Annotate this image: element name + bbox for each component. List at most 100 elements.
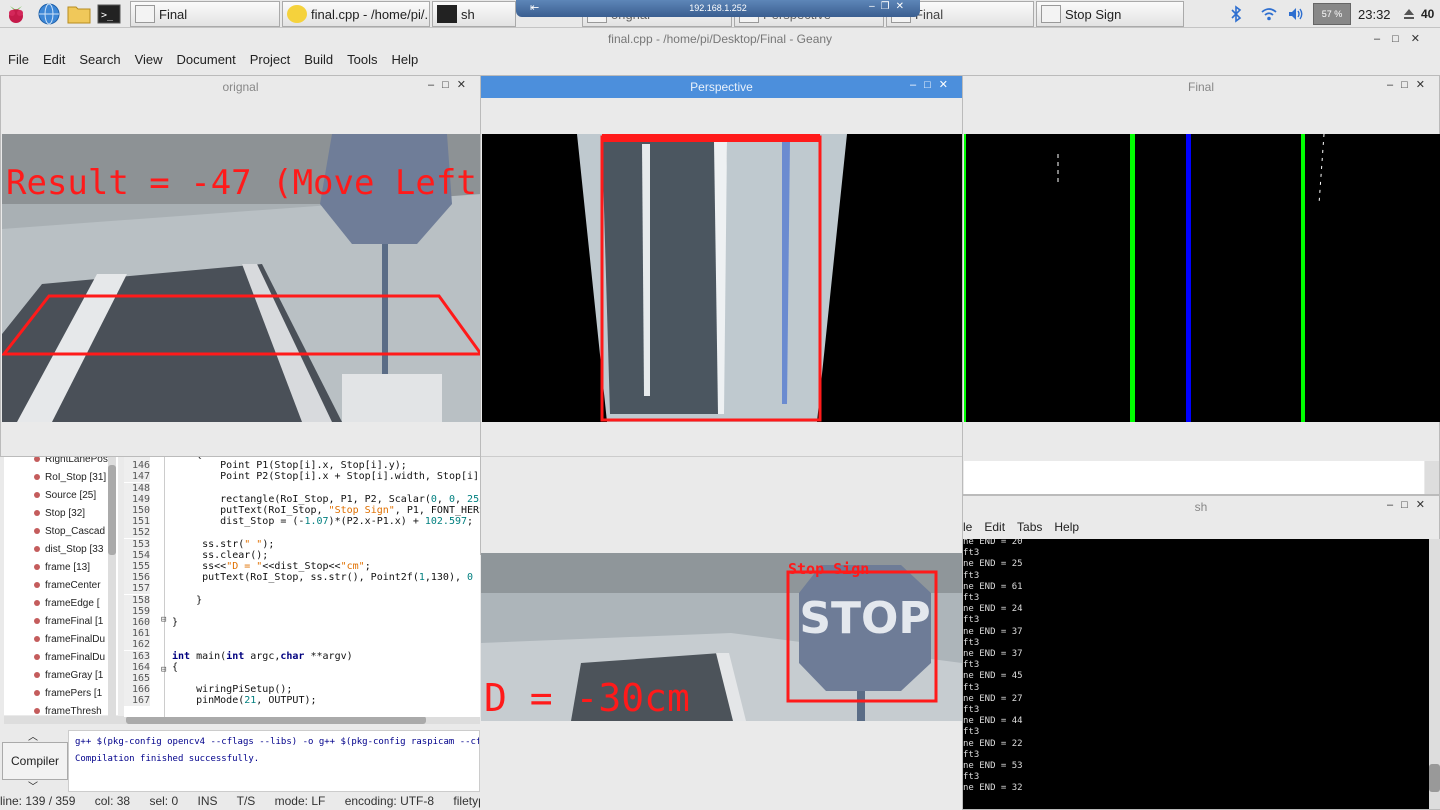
line-number: 153 <box>124 538 150 550</box>
line-number: 159 <box>124 605 150 617</box>
code-line: wiringPiSetup(); <box>172 684 293 696</box>
menu-search[interactable]: Search <box>79 52 120 67</box>
status-line: line: 139 / 359 <box>0 794 76 808</box>
compiler-result: Compilation finished successfully. <box>75 754 260 764</box>
terminal-launcher-icon[interactable]: >_ <box>97 2 121 26</box>
line-number: 146 <box>124 460 150 472</box>
fold-marker-icon[interactable]: ⊟ <box>161 615 166 625</box>
chevron-down-icon[interactable]: ﹀ <box>28 778 38 793</box>
terminal-line: ft3 <box>963 570 980 581</box>
taskbar-window-final[interactable]: Final <box>130 1 280 27</box>
volume-level: 40 <box>1421 7 1435 21</box>
symbol-item[interactable]: Stop_Cascad <box>4 522 118 540</box>
terminal-lines: ne END = 20 ft3 ne END = 25 ft3 ne END = 61 f… <box>963 539 1429 795</box>
terminal-line: ft3 <box>963 593 980 604</box>
final-window-controls[interactable]: –□✕ <box>1387 78 1433 91</box>
menu-view[interactable]: View <box>135 52 163 67</box>
wifi-icon[interactable] <box>1260 0 1278 28</box>
menu-tabs[interactable]: Tabs <box>1017 520 1042 534</box>
status-bar: line: 139 / 359 col: 38 sel: 0 INS T/S m… <box>0 794 480 810</box>
volume-icon[interactable] <box>1287 0 1305 28</box>
perspective-window-controls[interactable]: –□✕ <box>910 78 956 91</box>
taskbar-window-sh[interactable]: sh <box>432 1 516 27</box>
symbol-item[interactable]: frameFinalDu <box>4 630 118 648</box>
code-editor[interactable]: 145 {146 Point P1(Stop[i].x, Stop[i].y);… <box>124 455 480 717</box>
tab-compiler[interactable]: Compiler <box>2 742 68 780</box>
terminal-line: ft3 <box>963 749 980 760</box>
chevron-up-icon[interactable]: ︿ <box>28 728 38 743</box>
menu-file[interactable]: le <box>963 520 972 534</box>
status-ts: T/S <box>236 794 256 808</box>
raspberry-menu-icon[interactable] <box>4 2 28 26</box>
final-title: Final <box>1187 80 1214 94</box>
symbol-item[interactable]: frameFinalDu <box>4 648 118 666</box>
result-overlay-text: Result = -47 (Move Left <box>6 163 477 203</box>
terminal-output[interactable]: ne END = 20 ft3 ne END = 25 ft3 ne END = 61 f… <box>963 539 1429 809</box>
editor-hscrollbar[interactable] <box>4 716 480 724</box>
orignal-window-controls[interactable]: –□✕ <box>428 78 474 91</box>
sh-titlebar[interactable]: sh –□✕ <box>963 496 1439 518</box>
menu-edit[interactable]: Edit <box>43 52 65 67</box>
vnc-window-controls[interactable]: –❐✕ <box>869 1 910 12</box>
terminal-scrollbar[interactable] <box>1429 539 1440 809</box>
terminal-line: ne END = 20 <box>963 539 1023 547</box>
menu-help[interactable]: Help <box>1054 520 1079 534</box>
symbol-item[interactable]: frame [13] <box>4 558 118 576</box>
clock[interactable]: 23:32 <box>1358 0 1391 28</box>
symbols-scrollbar[interactable] <box>108 455 116 717</box>
menu-help[interactable]: Help <box>392 52 419 67</box>
terminal-line: ft3 <box>963 772 980 783</box>
symbol-item[interactable]: frameFinal [1 <box>4 612 118 630</box>
taskbar: >_ Final final.cpp - /home/pi/... sh ori… <box>0 0 1440 28</box>
terminal-line: ne END = 53 <box>963 761 1023 772</box>
menu-tools[interactable]: Tools <box>347 52 377 67</box>
menu-edit[interactable]: Edit <box>984 520 1005 534</box>
symbol-item[interactable]: Stop [32] <box>4 504 118 522</box>
symbol-item[interactable]: frameGray [1 <box>4 666 118 684</box>
svg-text:>_: >_ <box>101 10 114 21</box>
terminal-line: ft3 <box>963 637 980 648</box>
perspective-image <box>482 134 963 422</box>
symbol-item[interactable]: framePers [1 <box>4 684 118 702</box>
geany-window-controls[interactable]: –□✕ <box>1374 32 1432 45</box>
perspective-titlebar[interactable]: Perspective –□✕ <box>481 76 962 98</box>
sh-window-controls[interactable]: –□✕ <box>1387 498 1433 511</box>
menu-build[interactable]: Build <box>304 52 333 67</box>
vnc-toolbar: ⇤ 192.168.1.252 –❐✕ <box>516 0 920 17</box>
terminal-line: ft3 <box>963 615 980 626</box>
final-scrollbar[interactable] <box>1425 461 1439 494</box>
orignal-titlebar[interactable]: orignal –□✕ <box>1 76 480 98</box>
web-browser-icon[interactable] <box>37 2 61 26</box>
vnc-address: 192.168.1.252 <box>689 3 747 13</box>
final-lower-area <box>964 461 1424 494</box>
window-perspective: Perspective –□✕ <box>480 75 963 555</box>
symbol-item[interactable]: frameCenter <box>4 576 118 594</box>
symbol-item[interactable]: Source [25] <box>4 486 118 504</box>
window-icon <box>1041 5 1061 23</box>
symbol-item[interactable]: frameThresh <box>4 702 118 716</box>
file-manager-icon[interactable] <box>67 2 91 26</box>
menu-project[interactable]: Project <box>250 52 290 67</box>
final-titlebar[interactable]: Final –□✕ <box>963 76 1439 98</box>
terminal-line: ne END = 61 <box>963 581 1023 592</box>
bluetooth-icon[interactable] <box>1230 0 1242 28</box>
terminal-line: ft3 <box>963 727 980 738</box>
code-line: { <box>172 661 179 673</box>
taskbar-window-geany[interactable]: final.cpp - /home/pi/... <box>282 1 430 27</box>
code-line: putText(RoI_Stop, ss.str(), Point2f(1,13… <box>172 572 474 584</box>
eject-icon[interactable] <box>1403 0 1415 28</box>
code-line: Point P2(Stop[i].x + Stop[i].width, Stop… <box>172 471 480 483</box>
stop-sign-label: Stop Sign <box>788 560 869 578</box>
menu-file[interactable]: File <box>8 52 29 67</box>
symbol-item[interactable]: RoI_Stop [31] <box>4 468 118 486</box>
fold-marker-icon[interactable]: ⊟ <box>161 665 166 675</box>
cpu-monitor[interactable]: 57 % <box>1313 3 1351 25</box>
perspective-title: Perspective <box>690 80 753 94</box>
symbol-item[interactable]: frameEdge [ <box>4 594 118 612</box>
taskbar-window-stop-sign[interactable]: Stop Sign <box>1036 1 1184 27</box>
terminal-line: ne END = 22 <box>963 738 1023 749</box>
symbol-item[interactable]: dist_Stop [33 <box>4 540 118 558</box>
terminal-line: ne END = 27 <box>963 693 1023 704</box>
menu-document[interactable]: Document <box>177 52 236 67</box>
line-number: 164 <box>124 661 150 673</box>
